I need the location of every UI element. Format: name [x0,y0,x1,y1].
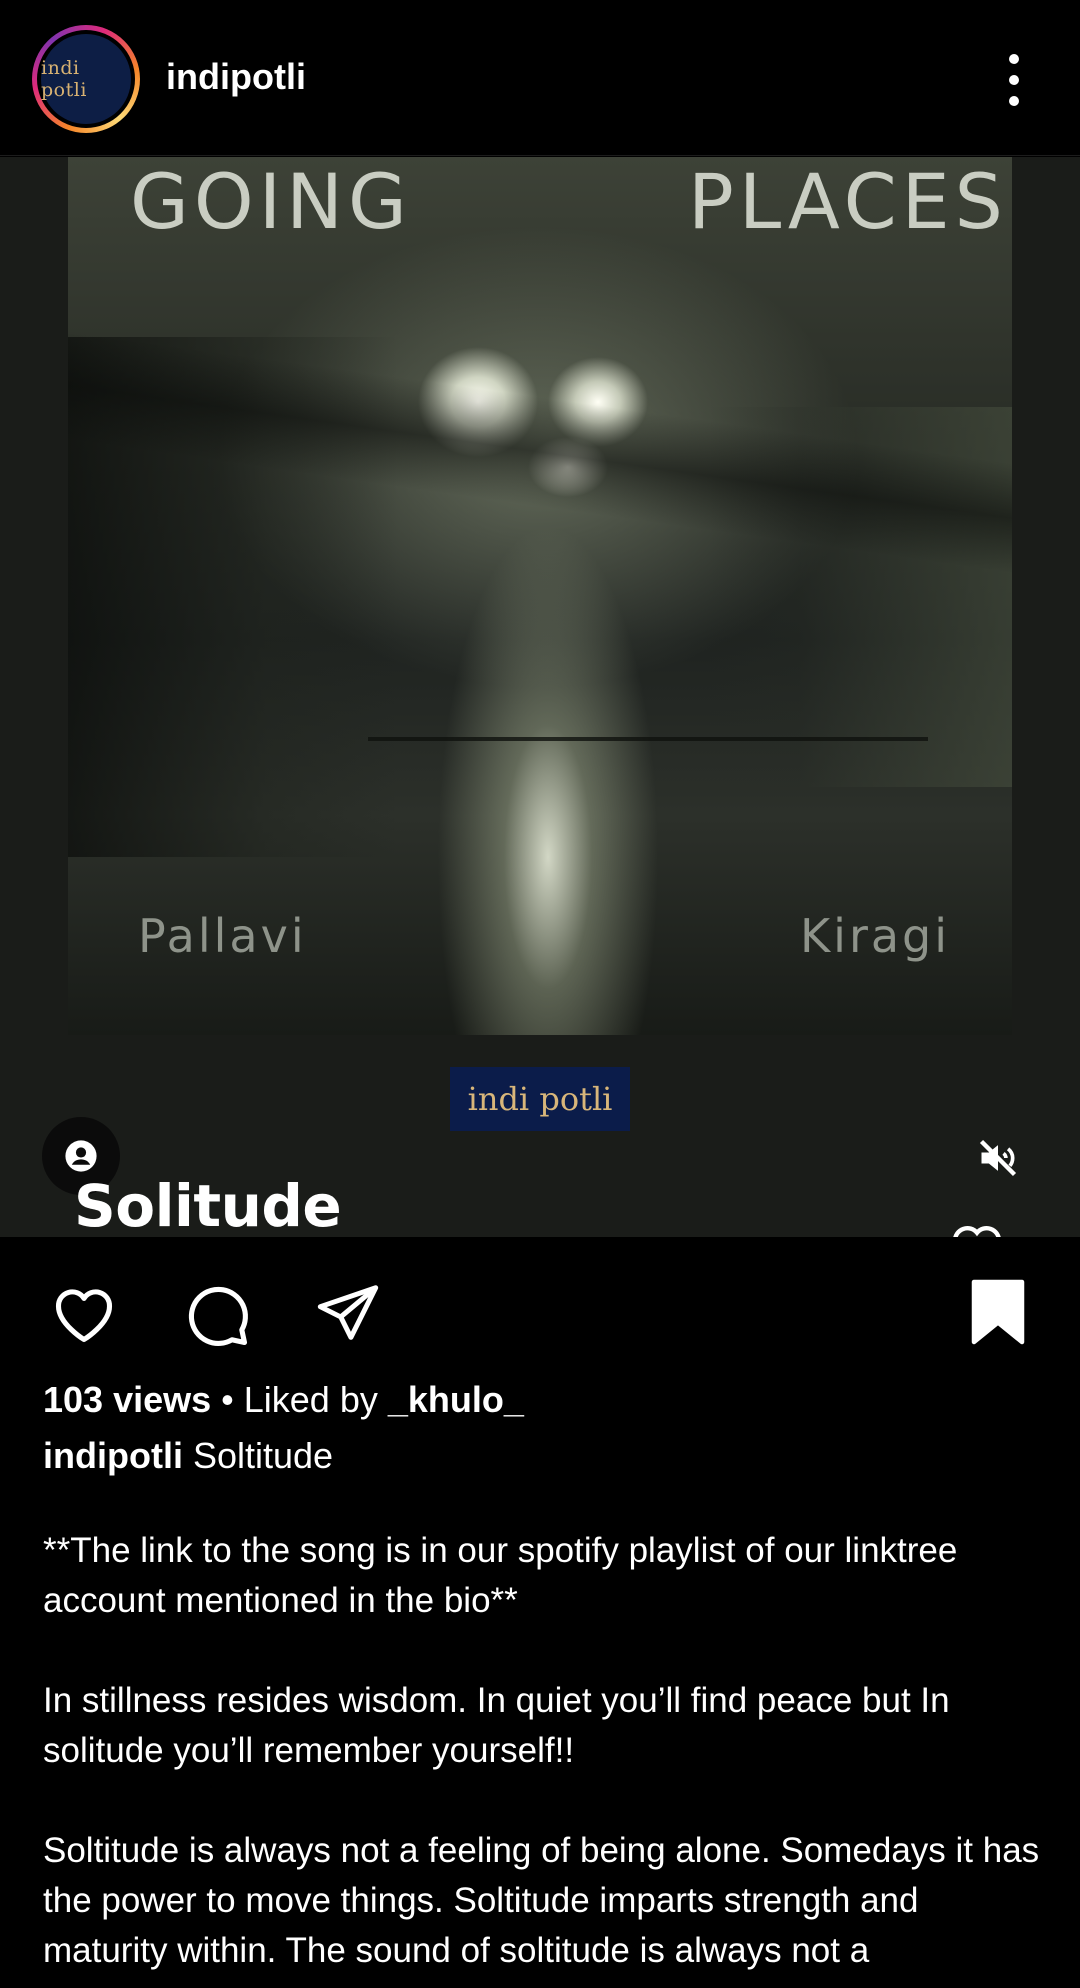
liked-by-label: Liked by [243,1379,388,1420]
action-bar [0,1238,1080,1378]
brand-logo: indi potli [450,1067,630,1131]
cover-title-right: PLACES [688,157,1008,246]
comment-icon[interactable] [176,1274,256,1354]
post-header: indi potli indipotli [0,0,1080,156]
views-count[interactable]: 103 views [43,1379,211,1420]
username[interactable]: indipotli [166,56,306,98]
heart-icon[interactable] [44,1274,124,1354]
separator: • [211,1379,244,1420]
bookmark-icon[interactable] [958,1270,1038,1354]
cover-artist-right: Kiragi [800,909,951,963]
instagram-post-view: indi potli indipotli GOING PLACES Pallav… [0,0,1080,1988]
song-title: Solitude [74,1172,342,1237]
liked-by-user[interactable]: _khulo_ [388,1379,524,1420]
more-options-icon[interactable] [990,48,1038,112]
caption-paragraph: In stillness resides wisdom. In quiet yo… [43,1681,950,1770]
post-stats: 103 views • Liked by _khulo_ indipotli S… [43,1372,1043,1484]
send-icon[interactable] [308,1274,388,1354]
caption-paragraph: **The link to the song is in our spotify… [43,1531,958,1620]
post-media[interactable]: GOING PLACES Pallavi Kiragi indi potli S… [0,157,1080,1237]
media-heart-icon [944,1213,1010,1237]
caption-title: Soltitude [192,1435,334,1476]
avatar[interactable]: indi potli [41,34,131,124]
story-ring[interactable]: indi potli [32,25,140,133]
volume-off-icon[interactable] [972,1132,1024,1184]
caption-paragraph: Soltitude is always not a feeling of bei… [43,1831,1040,1970]
cover-artist-left: Pallavi [138,909,307,963]
album-cover-image: GOING PLACES Pallavi Kiragi [68,157,1012,1035]
post-caption: **The link to the song is in our spotify… [43,1526,1043,1988]
cover-title-left: GOING [130,157,412,246]
caption-username[interactable]: indipotli [43,1435,183,1476]
